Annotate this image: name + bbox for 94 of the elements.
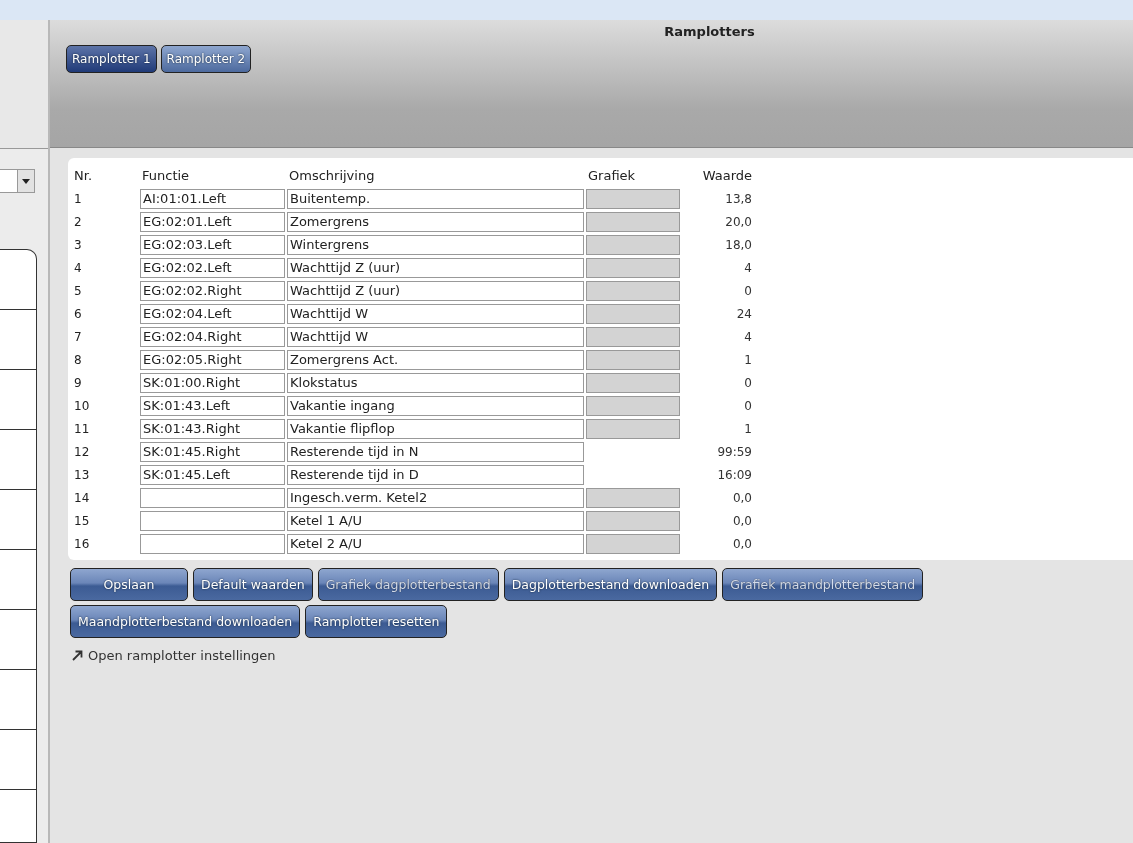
description-field[interactable]: Wachttijd Z (uur) (287, 281, 584, 301)
value-cell-text: 4 (743, 330, 752, 344)
function-field[interactable]: EG:02:04.Right (140, 327, 285, 347)
value-cell-text: 0 (743, 399, 752, 413)
action-button[interactable]: Default waarden (193, 568, 313, 601)
description-field[interactable]: Zomergrens (287, 212, 584, 232)
graph-field[interactable] (586, 327, 680, 347)
description-field[interactable]: Klokstatus (287, 373, 584, 393)
row-number: 6 (73, 307, 83, 321)
value-cell-text: 0 (743, 284, 752, 298)
description-field[interactable]: Ketel 2 A/U (287, 534, 584, 554)
function-field[interactable]: SK:01:00.Right (140, 373, 285, 393)
row-number: 9 (73, 376, 83, 390)
function-field[interactable]: EG:02:01.Left (140, 212, 285, 232)
row-number: 3 (73, 238, 83, 252)
graph-field[interactable] (586, 350, 680, 370)
row-number: 1 (73, 192, 83, 206)
function-field[interactable]: EG:02:02.Left (140, 258, 285, 278)
function-field[interactable] (140, 534, 285, 554)
arrow-icon (72, 650, 83, 661)
description-field[interactable]: Resterende tijd in N (287, 442, 584, 462)
description-field[interactable]: Ingesch.verm. Ketel2 (287, 488, 584, 508)
column-header: Functie (141, 167, 191, 185)
description-field[interactable]: Vakantie flipflop (287, 419, 584, 439)
description-field[interactable]: Resterende tijd in D (287, 465, 584, 485)
column-header: Nr. (73, 167, 93, 185)
function-field[interactable]: SK:01:45.Right (140, 442, 285, 462)
graph-field[interactable] (586, 281, 680, 301)
value-cell-text: 99:59 (716, 445, 752, 459)
value-cell-text: 24 (735, 307, 752, 321)
value-cell-text: 0 (743, 376, 752, 390)
value-cell-text: 4 (743, 261, 752, 275)
function-field[interactable]: EG:02:05.Right (140, 350, 285, 370)
row-number: 2 (73, 215, 83, 229)
value-cell-text: 18,0 (724, 238, 752, 252)
row-number: 16 (73, 537, 91, 551)
description-field[interactable]: Wachttijd W (287, 327, 584, 347)
graph-field[interactable] (586, 488, 680, 508)
row-number: 12 (73, 445, 91, 459)
value-cell-text: 1 (743, 422, 752, 436)
function-field[interactable]: EG:02:02.Right (140, 281, 285, 301)
action-button[interactable]: Dagplotterbestand downloaden (503, 568, 718, 601)
graph-field[interactable] (586, 189, 680, 209)
value-cell-text: 0,0 (731, 537, 752, 551)
function-field[interactable]: AI:01:01.Left (140, 189, 285, 209)
value-cell-text: 13,8 (724, 192, 752, 206)
graph-field[interactable] (586, 212, 680, 232)
page-title: Ramplotters (663, 23, 756, 39)
function-field[interactable]: EG:02:04.Left (140, 304, 285, 324)
row-number: 4 (73, 261, 83, 275)
function-field[interactable]: SK:01:43.Right (140, 419, 285, 439)
row-number: 10 (73, 399, 91, 413)
description-field[interactable]: Buitentemp. (287, 189, 584, 209)
graph-field[interactable] (586, 396, 680, 416)
description-field[interactable]: Wachttijd Z (uur) (287, 258, 584, 278)
description-field[interactable]: Ketel 1 A/U (287, 511, 584, 531)
row-number: 11 (73, 422, 91, 436)
graph-field[interactable] (586, 534, 680, 554)
graph-field[interactable] (586, 258, 680, 278)
function-field[interactable] (140, 488, 285, 508)
value-cell-text: 16:09 (716, 468, 752, 482)
value-cell-text: 1 (743, 353, 752, 367)
dropdown-field[interactable] (0, 169, 35, 193)
action-button[interactable]: Ramplotter resetten (305, 605, 448, 638)
row-number: 15 (73, 514, 91, 528)
description-field[interactable]: Zomergrens Act. (287, 350, 584, 370)
column-header: Omschrijving (288, 167, 376, 185)
row-number: 7 (73, 330, 83, 344)
value-cell-text: 20,0 (724, 215, 752, 229)
row-number: 14 (73, 491, 91, 505)
function-field[interactable] (140, 511, 285, 531)
description-field[interactable]: Wachttijd W (287, 304, 584, 324)
row-number: 13 (73, 468, 91, 482)
function-field[interactable]: SK:01:45.Left (140, 465, 285, 485)
description-field[interactable]: Wintergrens (287, 235, 584, 255)
action-button[interactable]: Opslaan (70, 568, 188, 601)
row-number: 8 (73, 353, 83, 367)
graph-field[interactable] (586, 419, 680, 439)
description-field[interactable]: Vakantie ingang (287, 396, 584, 416)
tab[interactable]: Ramplotter 2 (160, 45, 252, 73)
function-field[interactable]: SK:01:43.Left (140, 396, 285, 416)
caret-icon (22, 178, 30, 184)
tab[interactable]: Ramplotter 1 (66, 45, 157, 73)
graph-field[interactable] (586, 511, 680, 531)
row-number: 5 (73, 284, 83, 298)
function-field[interactable]: EG:02:03.Left (140, 235, 285, 255)
column-header: Grafiek (587, 167, 637, 185)
value-cell-text: 0,0 (731, 514, 752, 528)
graph-field[interactable] (586, 304, 680, 324)
action-button[interactable]: Maandplotterbestand downloaden (70, 605, 301, 638)
value-cell-text: 0,0 (731, 491, 752, 505)
column-header: Waarde (701, 167, 752, 185)
graph-field[interactable] (586, 373, 680, 393)
graph-field[interactable] (586, 235, 680, 255)
